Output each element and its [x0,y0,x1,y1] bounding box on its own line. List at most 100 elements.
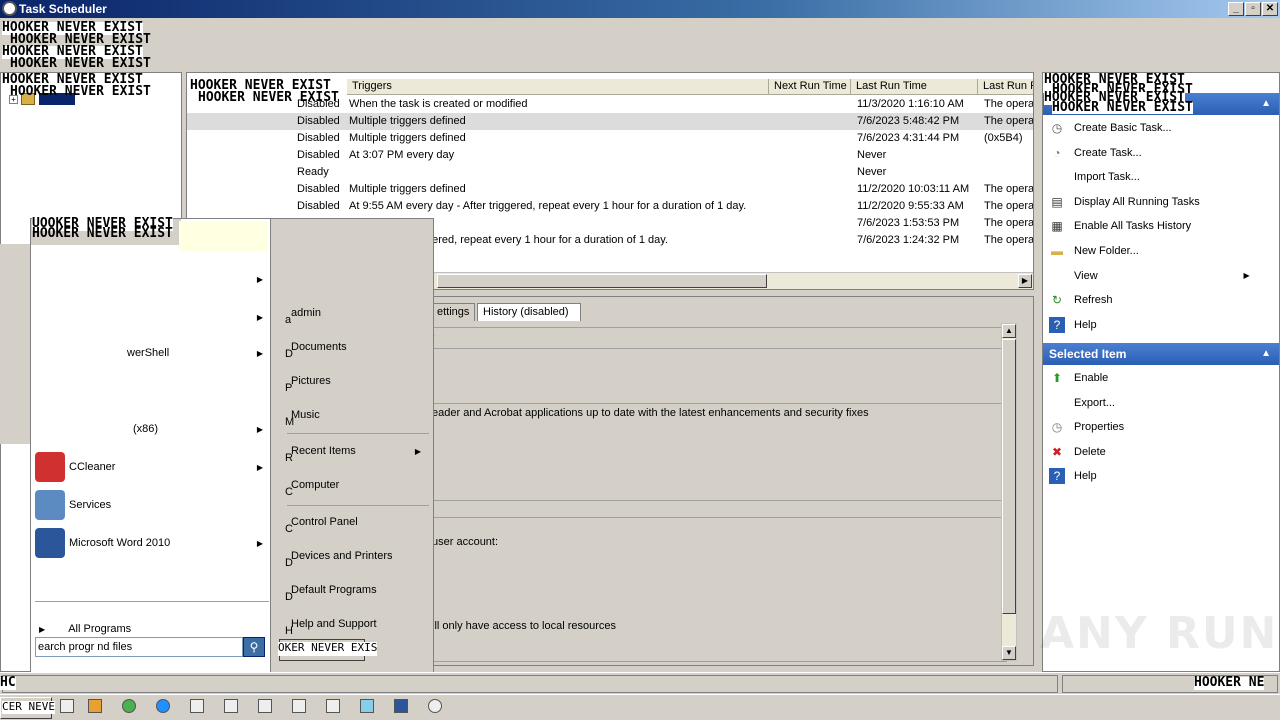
word-icon[interactable] [394,699,408,713]
place-label: admin [291,307,321,319]
collapse-icon: ▲ [1261,348,1271,359]
start-menu-programs: werShell ▶ (x86) ▶ CCleaner ▶ Services Microsof… [30,218,272,674]
table-row[interactable]: Disabled At 3:07 PM every day Never [187,147,1033,164]
start-item-label: werShell [127,347,170,359]
row-result: The opera [984,115,1034,127]
row-status: Ready [297,166,329,178]
row-result: The opera [984,200,1034,212]
column-header-next-run[interactable]: Next Run Time [769,79,851,95]
overlay-text: HOOKER NEVER EXIST [32,226,173,241]
window-titlebar: Task Scheduler _ ▫ ✕ [0,0,1280,18]
scroll-down-button[interactable]: ▼ [1002,646,1016,660]
window-title: Task Scheduler [19,2,107,16]
scroll-thumb[interactable] [437,274,767,288]
scroll-right-button[interactable]: ▶ [1018,274,1032,288]
start-item-label: Microsoft Word 2010 [69,537,171,549]
place-devices-and-printers[interactable]: Devices and Printers [291,550,393,562]
taskbar-app-icon[interactable] [360,699,374,713]
place-label: Default Programs [291,584,377,596]
vertical-scrollbar[interactable]: ▲ ▼ [1001,323,1017,661]
start-item-3[interactable]: Services [35,488,269,522]
blank-icon [1049,395,1065,411]
row-last-run: Never [857,166,887,178]
start-item-2[interactable]: CCleaner [35,450,269,484]
action-delete[interactable]: ✖ Delete [1049,442,1106,462]
table-row[interactable]: Disabled Multiple triggers defined 11/2/20… [187,181,1033,198]
place-help-and-support[interactable]: Help and Support [291,618,377,630]
search-icon[interactable]: ⚲ [243,637,265,657]
start-item-label: Services [69,499,112,511]
blank-icon [1049,169,1065,185]
place-recent-items[interactable]: Recent Items [291,445,356,457]
tab-settings[interactable]: ettings [431,303,475,321]
column-header-triggers[interactable]: Triggers [347,79,769,95]
row-last-run: 11/3/2020 1:16:10 AM [857,98,964,110]
edge-icon[interactable] [156,699,170,713]
taskbar-app-icon[interactable] [428,699,442,713]
status-bar: HC HOOKER NE [0,672,1280,694]
arrow-right-icon: ▶ [256,275,263,284]
maximize-button[interactable]: ▫ [1245,2,1261,16]
create-basic-task-icon: ◷ [1051,121,1063,136]
watermark-logo: ANY RUN [1040,608,1279,659]
refresh-icon: ↻ [1051,293,1063,308]
selected-item-header[interactable]: Selected Item ▲ [1043,343,1279,365]
place-documents[interactable]: Documents [291,341,347,353]
column-header-last-result[interactable]: Last Run R [978,79,1033,95]
action-create-task[interactable]: ◔ Create Task... [1049,143,1141,163]
taskbar-app-icon[interactable] [326,699,340,713]
action-label: Import Task... [1074,171,1140,184]
place-computer[interactable]: Computer [291,479,339,491]
explorer-icon[interactable] [88,699,102,713]
separator [287,433,429,434]
table-row[interactable]: Disabled Multiple triggers defined 7/6/202… [187,130,1033,147]
table-row[interactable]: Disabled At 9:55 AM every day - After tri… [187,198,1033,215]
place-admin[interactable]: admin [291,307,321,319]
action-help[interactable]: ? Help [1049,466,1097,486]
place-control-panel[interactable]: Control Panel [291,516,358,528]
start-item-1[interactable]: (x86) [133,412,253,446]
action-view[interactable]: View ▶ [1049,266,1250,286]
arrow-right-icon: ▶ [1243,270,1250,280]
tab-history[interactable]: History (disabled) [477,303,581,321]
taskbar-app-icon[interactable] [292,699,306,713]
place-default-programs[interactable]: Default Programs [291,584,377,596]
scroll-up-button[interactable]: ▲ [1002,324,1016,338]
action-import-task[interactable]: Import Task... [1049,167,1140,187]
action-create-basic-task[interactable]: ◷ Create Basic Task... [1049,118,1172,138]
scroll-thumb[interactable] [1002,339,1016,614]
table-row[interactable]: Ready Never [187,164,1033,181]
overlay-text: CER NEVE [2,700,55,714]
action-enable[interactable]: ⬆ Enable [1049,368,1108,388]
action-label: Display All Running Tasks [1074,195,1200,208]
all-programs-item[interactable]: ▶ All Programs [39,623,131,635]
start-item-4[interactable]: Microsoft Word 2010 [35,526,269,560]
column-header-last-run[interactable]: Last Run Time [851,79,978,95]
action-display-all-running-tasks[interactable]: ▤ Display All Running Tasks [1049,192,1200,212]
word-icon [35,528,65,559]
start-item-0[interactable]: werShell [127,336,247,370]
close-button[interactable]: ✕ [1262,2,1278,16]
action-help[interactable]: ? Help [1049,315,1097,335]
actions-pane: ▲ ◷ Create Basic Task... ◔ Create Task... Im… [1042,72,1280,672]
place-music[interactable]: Music [291,409,320,421]
taskbar-app-icon[interactable] [190,699,204,713]
action-refresh[interactable]: ↻ Refresh [1049,290,1113,310]
action-enable-all-tasks-history[interactable]: ▦ Enable All Tasks History [1049,216,1191,236]
place-pictures[interactable]: Pictures [291,375,331,387]
arrow-right-icon: ▶ [39,625,46,634]
taskbar-app-icon[interactable] [60,699,74,713]
minimize-button[interactable]: _ [1228,2,1244,16]
search-input[interactable]: earch progr nd files [35,637,243,657]
blank-icon [1049,268,1065,284]
start-item-label: CCleaner [69,461,116,473]
action-properties[interactable]: ◷ Properties [1049,417,1124,437]
taskbar-app-icon[interactable] [224,699,238,713]
services-icon [35,490,65,521]
action-new-folder[interactable]: ▬ New Folder... [1049,241,1139,261]
chrome-icon[interactable] [122,699,136,713]
row-last-run: 7/6/2023 1:53:53 PM [857,217,960,229]
action-export[interactable]: Export... [1049,393,1115,413]
taskbar-app-icon[interactable] [258,699,272,713]
table-row[interactable]: Disabled Multiple triggers defined 7/6/202… [187,113,1033,130]
